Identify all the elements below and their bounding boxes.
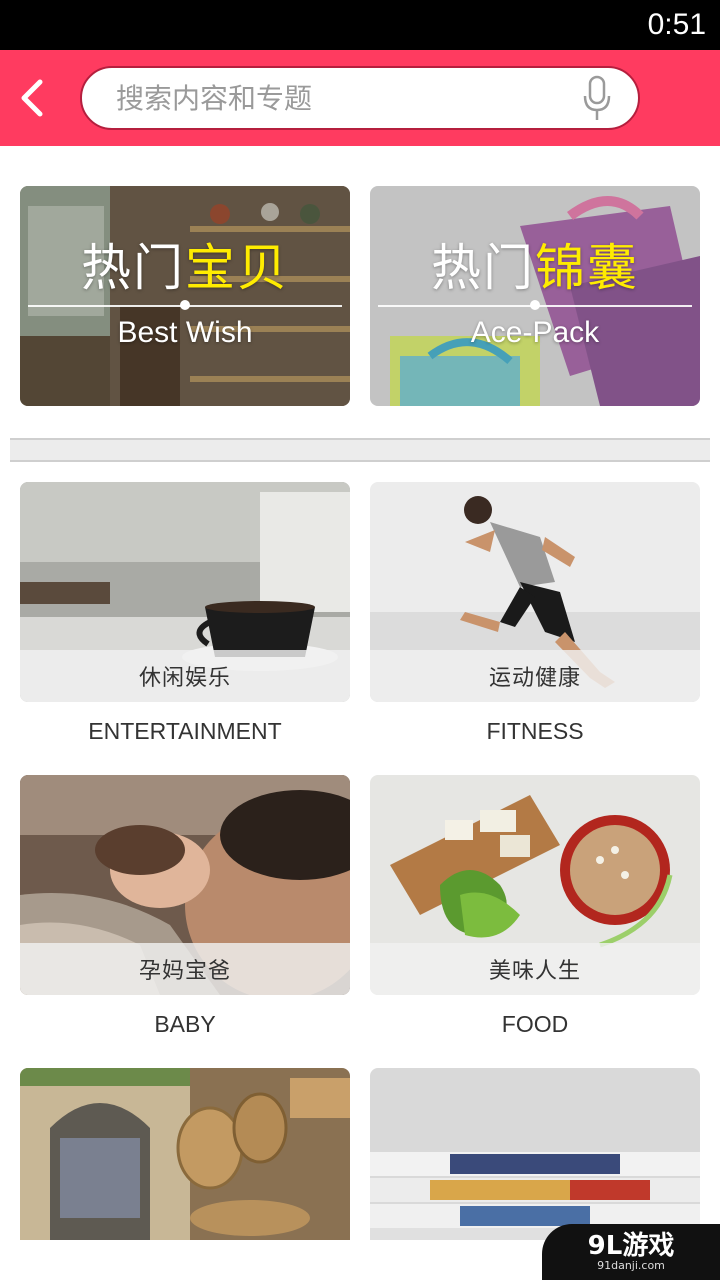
category-image: 美味人生: [370, 775, 700, 995]
featured-subtitle: Best Wish: [117, 316, 253, 349]
category-cn-label: 美味人生: [370, 943, 700, 995]
section-divider: [10, 438, 710, 462]
category-image: 休闲娱乐: [20, 482, 350, 702]
watermark-main: 9L游戏: [587, 1231, 675, 1261]
category-image: 孕妈宝爸: [20, 775, 350, 995]
category-card-food[interactable]: 美味人生 FOOD: [370, 775, 700, 1039]
category-card-news[interactable]: [370, 1068, 700, 1240]
category-en-label: FOOD: [501, 1011, 569, 1037]
search-input[interactable]: [116, 78, 556, 118]
category-image: 运动健康: [370, 482, 700, 702]
featured-title: 热门锦囊: [431, 239, 639, 297]
voice-search-button[interactable]: [580, 74, 614, 124]
category-en-label: BABY: [154, 1011, 216, 1037]
category-en-label: ENTERTAINMENT: [88, 718, 282, 744]
category-card-fitness[interactable]: 运动健康 FITNESS: [370, 482, 700, 746]
search-box[interactable]: [80, 66, 640, 130]
watermark-logo: 9L游戏 91danji.com: [542, 1224, 720, 1280]
newspapers-image: [370, 1068, 700, 1240]
category-image: [20, 1068, 350, 1240]
category-card-entertainment[interactable]: 休闲娱乐 ENTERTAINMENT: [20, 482, 350, 746]
status-bar: 0:51: [0, 0, 720, 50]
status-time: 0:51: [647, 8, 706, 41]
featured-divider-dot: [530, 300, 540, 310]
category-cn-label: 休闲娱乐: [20, 650, 350, 702]
category-card-home[interactable]: [20, 1068, 350, 1240]
header-bar: [0, 50, 720, 146]
category-en-label: FITNESS: [486, 718, 584, 744]
featured-card-best-wish[interactable]: 热门宝贝 Best Wish: [20, 186, 350, 406]
category-cn-label: 孕妈宝爸: [20, 943, 350, 995]
baskets-image: [20, 1068, 350, 1240]
category-cn-label: 运动健康: [370, 650, 700, 702]
microphone-icon: [583, 75, 611, 120]
back-button[interactable]: [10, 70, 54, 126]
featured-subtitle: Ace-Pack: [470, 316, 600, 349]
back-arrow-icon: [21, 79, 43, 117]
featured-divider-dot: [180, 300, 190, 310]
featured-card-ace-pack[interactable]: 热门锦囊 Ace-Pack: [370, 186, 700, 406]
featured-title: 热门宝贝: [81, 239, 289, 297]
watermark-sub: 91danji.com: [597, 1259, 665, 1272]
category-image: [370, 1068, 700, 1240]
category-card-baby[interactable]: 孕妈宝爸 BABY: [20, 775, 350, 1039]
